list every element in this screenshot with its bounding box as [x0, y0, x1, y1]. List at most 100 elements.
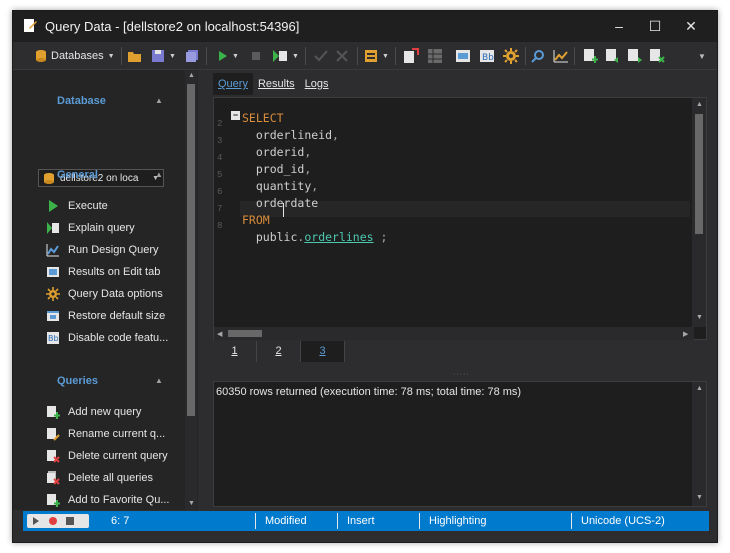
collapse-queries-button[interactable]: ▲	[155, 376, 163, 385]
editor-vertical-scrollbar[interactable]: ▲ ▼	[692, 98, 706, 327]
scroll-down-icon[interactable]: ▼	[696, 314, 703, 321]
results-tab-button[interactable]	[455, 47, 471, 65]
results-tab-icon	[456, 50, 470, 62]
toolbar-overflow-button[interactable]: ▼	[698, 47, 706, 65]
open-button[interactable]	[127, 47, 143, 65]
sql-keyword: SELECT	[242, 111, 284, 125]
rollback-button[interactable]	[335, 47, 349, 65]
sidebar-scrollbar[interactable]: ▲ ▼	[185, 70, 197, 510]
playback-icons	[33, 517, 74, 525]
sidebar-item-delete-current-query[interactable]: Delete current query	[46, 447, 176, 465]
toolbar-separator	[574, 47, 575, 65]
collapse-general-button[interactable]: ▲	[155, 170, 163, 179]
scrollbar-thumb[interactable]	[228, 330, 262, 337]
sidebar-item-label: Restore default size	[68, 310, 166, 322]
chevron-down-icon: ▼	[698, 51, 706, 61]
sql-punct: ,	[304, 145, 312, 159]
editor-horizontal-scrollbar[interactable]: ◀ ▶	[214, 327, 694, 340]
stop-icon	[66, 517, 74, 525]
page-tab-1[interactable]: 1	[213, 341, 257, 362]
find-button[interactable]	[531, 47, 545, 65]
sidebar-item-disable-code-features[interactable]: Bb Disable code featu...	[46, 329, 176, 347]
status-bar: 6: 7 Modified Insert Highlighting Unicod…	[23, 511, 709, 531]
sidebar-item-delete-all-queries[interactable]: Delete all queries	[46, 469, 176, 487]
tab-results[interactable]: Results	[253, 73, 300, 95]
tab-logs[interactable]: Logs	[300, 73, 334, 95]
messages-panel: 60350 rows returned (execution time: 78 …	[213, 381, 707, 507]
code-line: prod_id,	[242, 162, 311, 176]
save-all-button[interactable]	[185, 47, 199, 65]
page-button-4[interactable]	[649, 47, 665, 65]
databases-dropdown[interactable]: Databases ▼	[35, 47, 115, 65]
database-icon	[36, 50, 46, 62]
code-features-button[interactable]: Bb	[479, 47, 495, 65]
sidebar-item-explain-query[interactable]: Explain query	[46, 219, 176, 237]
sidebar-item-label: Add new query	[68, 406, 142, 418]
page-tab-3[interactable]: 3	[301, 341, 345, 362]
record-icon	[49, 517, 57, 525]
minimize-button[interactable]: –	[601, 11, 637, 42]
scroll-up-icon[interactable]: ▲	[696, 101, 703, 108]
code-line: quantity,	[242, 179, 318, 193]
database-section-title: Database	[57, 95, 106, 107]
toolbar-separator	[305, 47, 306, 65]
save-button[interactable]: ▼	[151, 47, 176, 65]
title-bar: Query Data - [dellstore2 on localhost:54…	[13, 11, 717, 42]
commit-button[interactable]	[314, 47, 328, 65]
sidebar-item-add-new-query[interactable]: Add new query	[46, 403, 176, 421]
options-button[interactable]	[503, 47, 519, 65]
close-button[interactable]: ✕	[673, 11, 709, 42]
sidebar-item-label: Results on Edit tab	[68, 266, 161, 278]
text-caret	[283, 203, 284, 217]
stop-button[interactable]	[251, 47, 261, 65]
fold-toggle-icon[interactable]: −	[231, 111, 240, 120]
sql-column: prod_id	[255, 162, 305, 176]
scrollbar-thumb[interactable]	[695, 114, 703, 234]
page-tab-2[interactable]: 2	[257, 341, 301, 362]
results-tab-icon	[47, 267, 59, 277]
scrollbar-thumb[interactable]	[187, 84, 195, 416]
sidebar-item-restore-default-size[interactable]: Restore default size	[46, 307, 176, 325]
collapse-database-button[interactable]: ▲	[155, 96, 163, 105]
sidebar-item-query-data-options[interactable]: Query Data options	[46, 285, 176, 303]
tab-query[interactable]: Query	[213, 73, 253, 95]
splitter-grip[interactable]: ·····	[453, 371, 470, 378]
scroll-right-icon[interactable]: ▶	[683, 330, 688, 338]
scroll-up-icon[interactable]: ▲	[188, 72, 195, 79]
status-separator	[419, 513, 420, 529]
page-button-2[interactable]	[605, 47, 621, 65]
sql-column: orderid	[255, 145, 305, 159]
transaction-dropdown[interactable]: ▼	[364, 47, 389, 65]
toolbar-execute-button[interactable]: ▼	[218, 47, 239, 65]
toolbar-design-query-button[interactable]	[553, 47, 569, 65]
sidebar-item-label: Delete current query	[68, 450, 168, 462]
toolbar-separator	[206, 47, 207, 65]
page-button-3[interactable]	[627, 47, 643, 65]
scroll-down-icon[interactable]: ▼	[696, 494, 703, 501]
sidebar-item-results-on-edit-tab[interactable]: Results on Edit tab	[46, 263, 176, 281]
grid-icon	[428, 49, 442, 63]
sidebar-item-run-design-query[interactable]: Run Design Query	[46, 241, 176, 259]
scroll-down-icon[interactable]: ▼	[188, 500, 195, 507]
sql-editor[interactable]: 2 3 4 5 6 7 8 − SELECT orderlineid, orde…	[213, 97, 707, 340]
sidebar-item-rename-current-query[interactable]: Rename current q...	[46, 425, 176, 443]
favorite-icon	[47, 494, 60, 507]
scroll-up-icon[interactable]: ▲	[696, 385, 703, 392]
query-builder-button[interactable]	[403, 47, 419, 65]
maximize-button[interactable]: ☐	[637, 11, 673, 42]
query-window-icon	[24, 19, 37, 32]
sql-table-link[interactable]: orderlines	[304, 230, 373, 244]
insert-mode-status: Insert	[347, 515, 375, 527]
folder-open-icon	[128, 52, 141, 62]
page-button-1[interactable]	[583, 47, 599, 65]
scroll-left-icon[interactable]: ◀	[217, 330, 222, 338]
messages-scrollbar[interactable]: ▲ ▼	[692, 382, 706, 506]
sidebar-item-label: Query Data options	[68, 288, 163, 300]
toolbar-separator	[121, 47, 122, 65]
sidebar-item-execute[interactable]: Execute	[46, 197, 176, 215]
toolbar-explain-button[interactable]: ▼	[272, 47, 299, 65]
sidebar-item-add-to-favorite[interactable]: Add to Favorite Qu...	[46, 491, 176, 509]
sql-column: quantity	[255, 179, 312, 193]
grid-button[interactable]	[427, 47, 443, 65]
code-line: orderdate	[242, 196, 318, 210]
